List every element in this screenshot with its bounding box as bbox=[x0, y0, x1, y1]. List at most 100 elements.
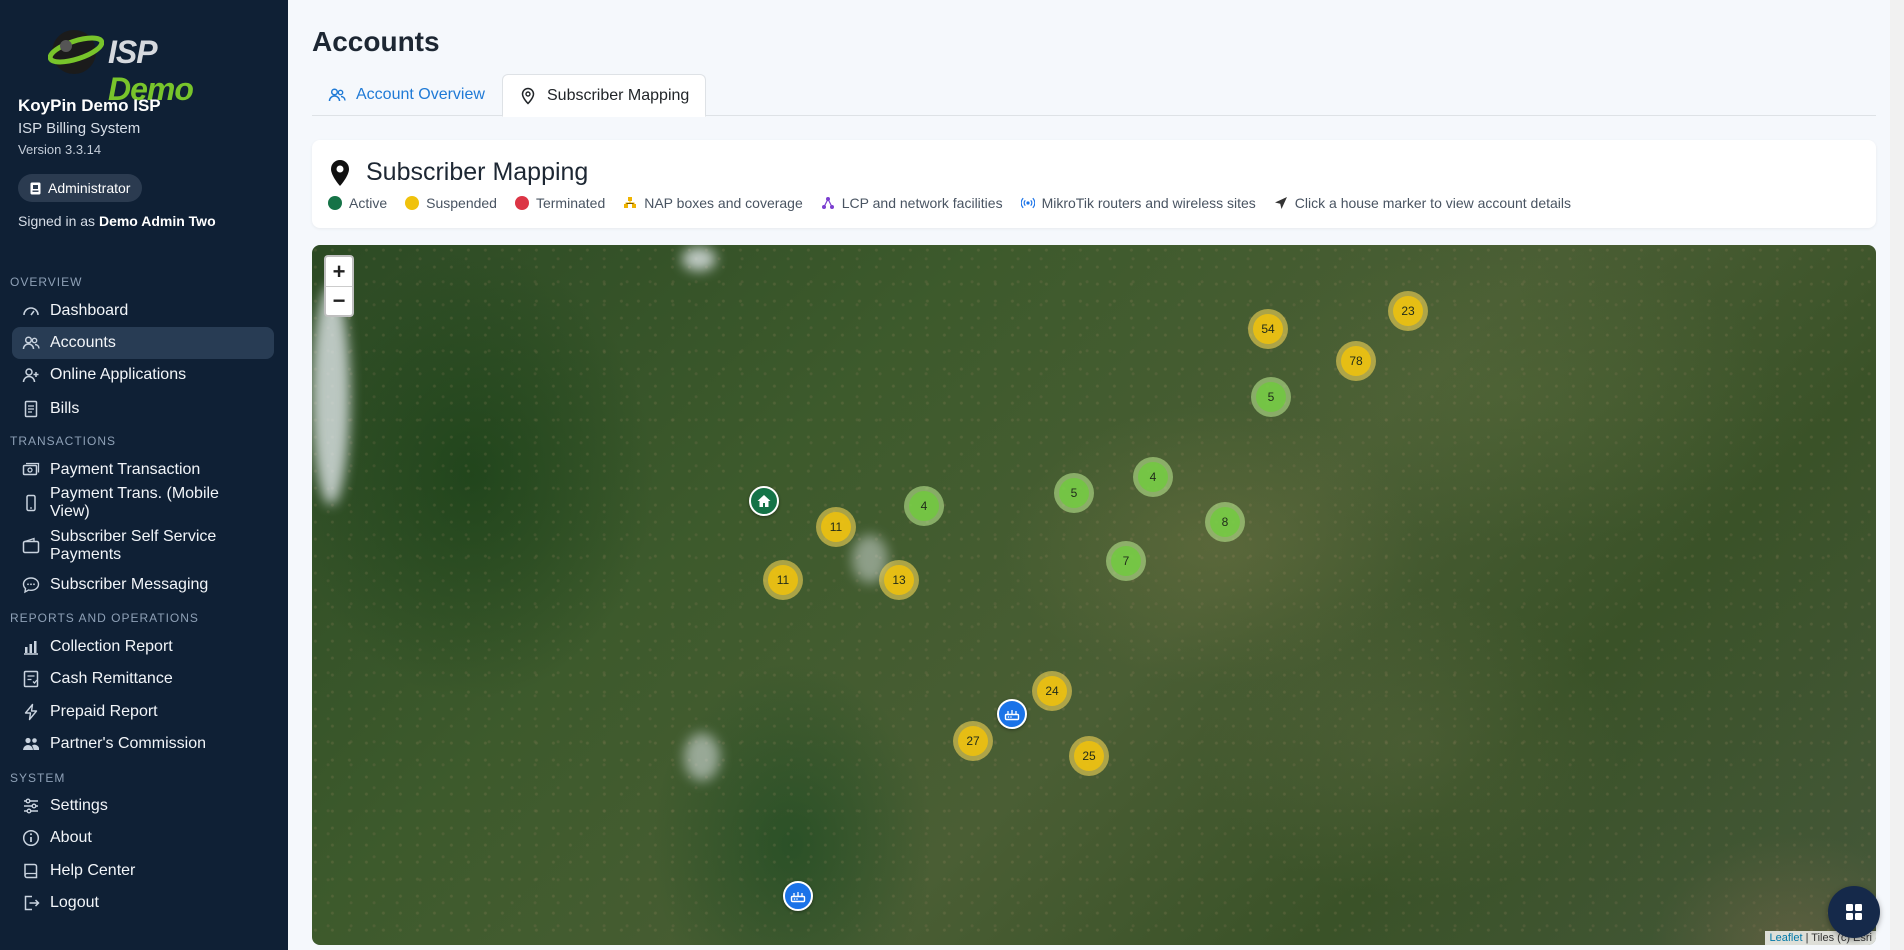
cloud-overlay bbox=[684, 733, 720, 781]
navigation-arrow-icon bbox=[1274, 197, 1287, 209]
cluster-marker[interactable]: 78 bbox=[1336, 341, 1376, 381]
router-icon bbox=[1004, 710, 1020, 721]
router-icon bbox=[790, 892, 806, 903]
zoom-out-button[interactable]: − bbox=[326, 286, 352, 315]
cluster-marker[interactable]: 5 bbox=[1054, 473, 1094, 513]
cluster-marker[interactable]: 23 bbox=[1388, 291, 1428, 331]
cloud-overlay bbox=[682, 247, 716, 271]
zoom-control: + − bbox=[324, 255, 354, 317]
lcp-network-icon bbox=[821, 197, 834, 209]
users-icon bbox=[328, 88, 346, 102]
zoom-in-button[interactable]: + bbox=[326, 257, 352, 286]
brand-logo[interactable]: ISP Demo bbox=[48, 22, 228, 107]
users-icon bbox=[22, 336, 40, 350]
cluster-marker[interactable]: 4 bbox=[1133, 457, 1173, 497]
sidebar-item-payment-mobile[interactable]: Payment Trans. (Mobile View) bbox=[12, 485, 274, 520]
id-badge-icon bbox=[30, 182, 41, 194]
system-name: ISP Billing System bbox=[18, 120, 141, 137]
sidebar-item-collection-report[interactable]: Collection Report bbox=[12, 634, 274, 660]
cluster-marker[interactable]: 4 bbox=[904, 486, 944, 526]
cluster-marker[interactable]: 5 bbox=[1251, 377, 1291, 417]
mapping-header-card: Subscriber Mapping Active Suspended Term… bbox=[312, 140, 1876, 228]
cluster-marker[interactable]: 27 bbox=[953, 721, 993, 761]
sidebar-item-accounts[interactable]: Accounts bbox=[12, 327, 274, 359]
cluster-marker[interactable]: 11 bbox=[816, 507, 856, 547]
cloud-overlay bbox=[312, 285, 350, 505]
sliders-icon bbox=[24, 798, 38, 814]
org-name: KoyPin Demo ISP bbox=[18, 96, 161, 115]
mapping-title: Subscriber Mapping bbox=[366, 158, 589, 186]
tab-account-overview[interactable]: Account Overview bbox=[312, 74, 501, 116]
map-pin-icon bbox=[521, 87, 535, 105]
globe-logo-icon bbox=[48, 30, 104, 74]
nap-boxes-icon bbox=[624, 197, 637, 208]
terminated-dot-icon bbox=[514, 196, 529, 210]
legend-suspended: Suspended bbox=[405, 195, 497, 211]
section-transactions: TRANSACTIONS bbox=[10, 434, 117, 448]
user-plus-icon bbox=[22, 368, 39, 383]
page-scrollbar[interactable] bbox=[1890, 0, 1904, 950]
sidebar-item-self-service[interactable]: Subscriber Self Service Payments bbox=[12, 524, 274, 568]
legend-terminated: Terminated bbox=[514, 195, 605, 211]
house-icon bbox=[757, 495, 771, 507]
router-marker[interactable] bbox=[997, 699, 1027, 729]
signed-in-user: Demo Admin Two bbox=[98, 213, 216, 229]
role-badge: Administrator bbox=[18, 174, 143, 202]
section-system: SYSTEM bbox=[10, 771, 66, 785]
sidebar-item-payment-transaction[interactable]: Payment Transaction bbox=[12, 457, 274, 483]
sidebar-item-settings[interactable]: Settings bbox=[12, 793, 274, 819]
map-legend: Active Suspended Terminated NAP boxes an… bbox=[328, 195, 1589, 211]
people-icon bbox=[23, 737, 40, 750]
cluster-marker[interactable]: 13 bbox=[879, 560, 919, 600]
lightning-icon bbox=[24, 703, 38, 721]
router-marker[interactable] bbox=[783, 881, 813, 911]
subscriber-map[interactable]: + − 54 23 78 5 4 5 4 8 11 11 13 7 24 27 … bbox=[312, 245, 1876, 945]
sidebar-item-cash-remittance[interactable]: Cash Remittance bbox=[12, 666, 274, 692]
cluster-marker[interactable]: 24 bbox=[1032, 671, 1072, 711]
sidebar-item-help-center[interactable]: Help Center bbox=[12, 858, 274, 884]
bar-chart-icon bbox=[24, 641, 38, 655]
cluster-marker[interactable]: 8 bbox=[1205, 502, 1245, 542]
house-marker[interactable] bbox=[749, 486, 779, 516]
document-cash-icon bbox=[23, 670, 39, 688]
receipt-icon bbox=[24, 400, 38, 418]
cluster-marker[interactable]: 54 bbox=[1248, 309, 1288, 349]
phone-icon bbox=[26, 494, 36, 512]
legend-lcp: LCP and network facilities bbox=[821, 195, 1003, 211]
sidebar-item-bills[interactable]: Bills bbox=[12, 396, 274, 422]
legend-nap: NAP boxes and coverage bbox=[623, 195, 803, 211]
legend-mikrotik: MikroTik routers and wireless sites bbox=[1020, 195, 1256, 211]
legend-active: Active bbox=[328, 195, 387, 211]
cluster-marker[interactable]: 11 bbox=[763, 560, 803, 600]
signed-in-text: Signed in as Demo Admin Two bbox=[18, 213, 216, 229]
sidebar-item-logout[interactable]: Logout bbox=[12, 890, 274, 916]
section-reports: REPORTS AND OPERATIONS bbox=[10, 611, 199, 625]
legend-hint: Click a house marker to view account det… bbox=[1274, 195, 1571, 211]
tab-bar: Account Overview Subscriber Mapping bbox=[312, 74, 1876, 117]
cash-stack-icon bbox=[22, 462, 40, 476]
info-icon bbox=[22, 829, 40, 847]
chat-icon bbox=[22, 577, 40, 594]
broadcast-icon bbox=[1020, 197, 1035, 209]
cluster-marker[interactable]: 25 bbox=[1069, 736, 1109, 776]
version-label: Version 3.3.14 bbox=[18, 142, 102, 157]
page-title: Accounts bbox=[312, 26, 440, 57]
sidebar-item-partners-commission[interactable]: Partner's Commission bbox=[12, 731, 274, 757]
gauge-icon bbox=[23, 307, 39, 316]
sidebar-item-messaging[interactable]: Subscriber Messaging bbox=[12, 572, 274, 598]
tab-subscriber-mapping[interactable]: Subscriber Mapping bbox=[502, 74, 707, 117]
sidebar: ISP Demo KoyPin Demo ISP ISP Billing Sys… bbox=[0, 0, 288, 950]
sidebar-item-prepaid-report[interactable]: Prepaid Report bbox=[12, 699, 274, 725]
section-overview: OVERVIEW bbox=[10, 275, 83, 289]
location-pin-icon bbox=[331, 160, 349, 186]
sidebar-item-about[interactable]: About bbox=[12, 825, 274, 851]
role-label: Administrator bbox=[48, 180, 131, 196]
sidebar-item-online-applications[interactable]: Online Applications bbox=[12, 362, 274, 388]
book-icon bbox=[24, 863, 38, 879]
cluster-marker[interactable]: 7 bbox=[1106, 541, 1146, 581]
sidebar-item-dashboard[interactable]: Dashboard bbox=[12, 298, 274, 324]
active-dot-icon bbox=[328, 196, 342, 210]
leaflet-link[interactable]: Leaflet bbox=[1769, 932, 1802, 944]
quick-menu-button[interactable] bbox=[1828, 886, 1880, 938]
wallet-icon bbox=[22, 537, 40, 554]
